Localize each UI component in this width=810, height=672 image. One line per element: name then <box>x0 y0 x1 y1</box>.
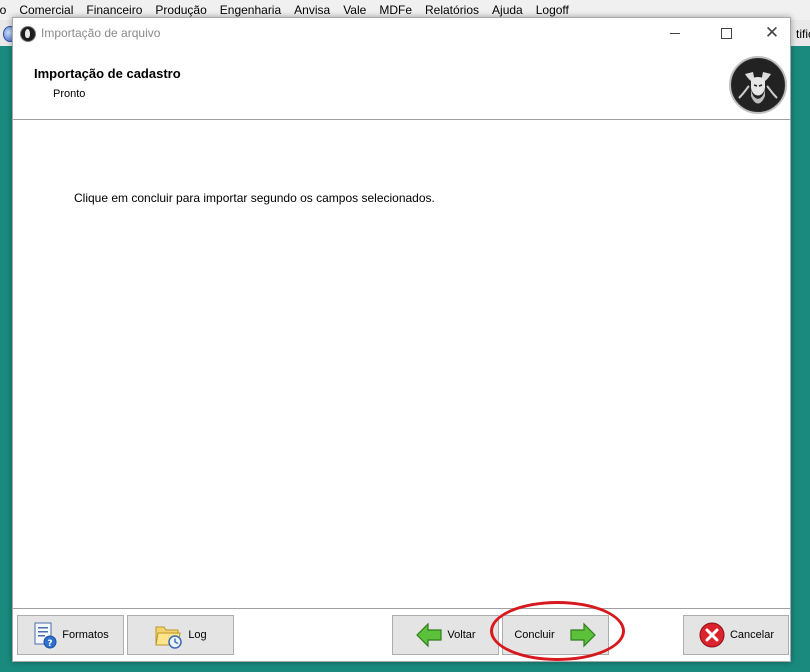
cancelar-label: Cancelar <box>729 629 775 641</box>
menu-item-comercial[interactable]: Comercial <box>12 3 79 17</box>
document-help-icon: ? <box>34 622 57 649</box>
wizard-content: Clique em concluir para importar segundo… <box>13 120 790 608</box>
menu-item-ajuda[interactable]: Ajuda <box>485 3 529 17</box>
formatos-label: Formatos <box>62 629 109 641</box>
close-icon: ✕ <box>764 23 780 43</box>
svg-text:?: ? <box>48 639 53 649</box>
voltar-label: Voltar <box>447 629 476 641</box>
dialog-titlebar[interactable]: Importação de arquivo ✕ <box>13 18 790 49</box>
menu-item-vale[interactable]: Vale <box>336 3 372 17</box>
concluir-label: Concluir <box>514 629 555 641</box>
log-label: Log <box>188 629 207 641</box>
formatos-button[interactable]: ? Formatos <box>17 615 124 655</box>
wizard-step-status: Pronto <box>53 88 86 100</box>
minimize-button[interactable] <box>652 18 698 49</box>
app-logo-icon <box>20 26 36 42</box>
wizard-footer: ? Formatos Log Voltar Concluir Cancelar <box>13 609 790 661</box>
arrow-right-icon <box>570 622 596 648</box>
menu-item-logoff[interactable]: Logoff <box>529 3 575 17</box>
minimize-icon <box>670 33 680 34</box>
menu-item-producao[interactable]: Produção <box>148 3 212 17</box>
close-button[interactable]: ✕ <box>749 18 795 49</box>
menu-item-financeiro[interactable]: Financeiro <box>79 3 148 17</box>
dialog-title: Importação de arquivo <box>41 26 161 40</box>
cancel-x-icon <box>699 622 725 648</box>
cancelar-button[interactable]: Cancelar <box>683 615 789 655</box>
menu-item-relatorios[interactable]: Relatórios <box>418 3 485 17</box>
wizard-header: Importação de cadastro Pronto <box>13 49 790 120</box>
maximize-button[interactable] <box>703 18 749 49</box>
menu-item-partial[interactable]: io <box>0 3 12 17</box>
wizard-step-title: Importação de cadastro <box>34 66 181 81</box>
viking-logo-icon <box>729 56 787 114</box>
maximize-icon <box>720 28 732 39</box>
folder-clock-icon <box>155 626 183 649</box>
toolbar-partial-label: tific <box>796 27 810 41</box>
import-dialog: Importação de arquivo ✕ Importação de ca… <box>12 17 791 662</box>
menu-item-engenharia[interactable]: Engenharia <box>213 3 287 17</box>
menu-item-mdfe[interactable]: MDFe <box>372 3 418 17</box>
arrow-left-icon <box>416 622 443 648</box>
voltar-button[interactable]: Voltar <box>392 615 499 655</box>
concluir-button[interactable]: Concluir <box>502 615 609 655</box>
menu-item-anvisa[interactable]: Anvisa <box>287 3 336 17</box>
instruction-text: Clique em concluir para importar segundo… <box>74 191 435 205</box>
log-button[interactable]: Log <box>127 615 234 655</box>
